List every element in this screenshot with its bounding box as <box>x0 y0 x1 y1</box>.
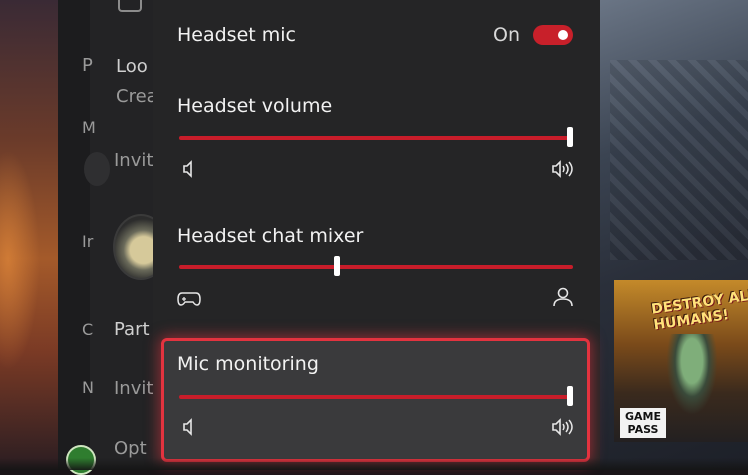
background-glow <box>0 150 40 370</box>
toggle-knob <box>558 30 568 40</box>
speaker-high-icon <box>552 160 573 178</box>
headset-mic-state: On <box>493 24 520 46</box>
headset-chat-mixer-label: Headset chat mixer <box>177 225 364 247</box>
guide-item-party[interactable]: Part <box>114 319 150 340</box>
mic-monitoring-slider[interactable] <box>179 385 573 409</box>
mic-monitoring-label: Mic monitoring <box>177 353 319 375</box>
headset-mic-label: Headset mic <box>177 24 296 46</box>
headset-chat-mixer-slider[interactable] <box>179 255 573 279</box>
guide-letter: C <box>82 320 94 339</box>
guide-item-create[interactable]: Crea <box>116 86 158 107</box>
guide-letter: Ir <box>82 232 94 251</box>
game-character-art <box>662 334 722 424</box>
guide-letter: M <box>82 118 96 137</box>
bottom-shadow <box>0 458 748 470</box>
controller-icon <box>177 292 201 306</box>
guide-item-options[interactable]: Opt <box>114 438 147 459</box>
slider-track <box>179 265 573 269</box>
slider-track <box>179 136 573 140</box>
guide-letter: P <box>82 55 93 76</box>
speaker-low-icon <box>183 160 192 178</box>
avatar <box>84 152 110 186</box>
party-icon <box>118 0 142 12</box>
slider-thumb[interactable] <box>567 386 573 406</box>
speaker-high-icon <box>552 418 573 436</box>
speaker-low-icon <box>183 418 192 436</box>
game-title: DESTROY ALL HUMANS! <box>650 286 748 334</box>
headset-mic-toggle[interactable] <box>533 25 573 45</box>
game-tile[interactable]: DESTROY ALL HUMANS! GAME PASS <box>614 280 748 442</box>
slider-thumb[interactable] <box>334 256 341 276</box>
headset-volume-slider[interactable] <box>179 126 573 150</box>
guide-letter: N <box>82 378 94 397</box>
audio-quick-settings-panel: Headset mic On Headset volume Headset ch… <box>153 0 600 470</box>
headset-volume-label: Headset volume <box>177 95 333 117</box>
slider-thumb[interactable] <box>567 127 573 147</box>
background-texture <box>610 60 748 260</box>
guide-item-invite-2[interactable]: Invit <box>114 378 153 399</box>
guide-item-look[interactable]: Loo <box>116 56 148 77</box>
slider-track <box>179 395 573 399</box>
guide-item-invite[interactable]: Invit <box>114 150 153 171</box>
person-icon <box>553 287 573 307</box>
game-pass-badge: GAME PASS <box>620 408 666 438</box>
